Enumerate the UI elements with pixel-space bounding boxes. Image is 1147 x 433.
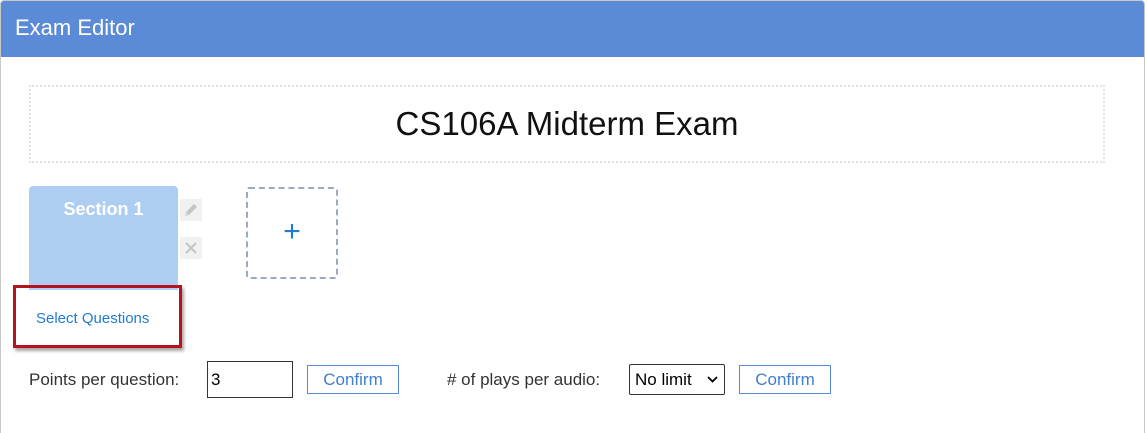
exam-editor-window: Exam Editor CS106A Midterm Exam Section … [0,0,1145,433]
points-per-question-label: Points per question: [29,370,180,389]
plus-icon: + [283,215,301,248]
window-title: Exam Editor [1,1,1144,57]
confirm-plays-button[interactable]: Confirm [739,365,831,394]
plays-per-audio-select[interactable]: No limit [629,364,725,395]
confirm-points-button[interactable]: Confirm [307,365,399,394]
section-tab-label: Section 1 [63,199,144,219]
plays-selected-value: No limit [635,370,692,389]
select-questions-link[interactable]: Select Questions [36,310,149,327]
edit-section-button[interactable] [180,199,202,221]
points-per-question-input[interactable] [207,361,293,398]
close-icon [185,242,197,254]
pencil-icon [185,204,197,216]
exam-title[interactable]: CS106A Midterm Exam [29,85,1105,163]
select-questions-highlight: Select Questions [13,285,182,348]
delete-section-button[interactable] [180,237,202,259]
section-tab-1[interactable]: Section 1 [29,186,178,290]
plays-per-audio-label: # of plays per audio: [447,370,601,389]
chevron-down-icon [707,365,718,404]
add-section-button[interactable]: + [246,187,338,279]
